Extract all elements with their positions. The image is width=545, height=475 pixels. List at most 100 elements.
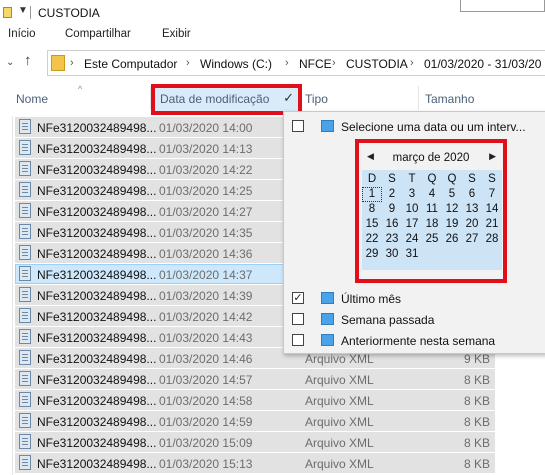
ribbon-tabs: Início Compartilhar Exibir [0,26,545,46]
xml-file-icon [19,266,31,281]
file-date: 01/03/2020 14:46 [159,352,253,366]
file-date: 01/03/2020 14:00 [159,121,253,135]
xml-file-icon [19,119,31,134]
file-date: 01/03/2020 14:39 [159,289,253,303]
date-range-icon [321,334,334,346]
file-name: NFe3120032489498... [37,457,157,471]
filter-option-label[interactable]: Semana passada [341,313,434,327]
column-header-tamanho[interactable]: Tamanho [425,92,474,106]
filter-option-checkbox[interactable] [292,334,304,346]
file-date: 01/03/2020 14:42 [159,310,253,324]
breadcrumb-nfce[interactable]: NFCE [299,57,332,71]
file-row[interactable]: NFe3120032489498... 01/03/2020 14:58 Arqui… [0,389,545,410]
file-name: NFe3120032489498... [37,247,157,261]
date-range-icon [321,120,334,132]
sort-ascending-icon: ^ [78,84,83,94]
highlight-box-date-header [151,84,302,115]
file-date: 01/03/2020 15:09 [159,436,253,450]
xml-file-icon [19,245,31,260]
file-date: 01/03/2020 14:27 [159,205,253,219]
xml-file-icon [19,455,31,470]
file-name: NFe3120032489498... [37,289,157,303]
tab-inicio[interactable]: Início [8,28,36,40]
window-title: CUSTODIA [38,6,100,20]
file-size: 8 KB [463,394,490,408]
quick-access-dropdown-icon[interactable]: ▼ [18,5,28,16]
file-row[interactable]: NFe3120032489498... 01/03/2020 15:09 Arqui… [0,431,545,452]
file-name: NFe3120032489498... [37,373,157,387]
tab-compartilhar[interactable]: Compartilhar [65,28,131,40]
xml-file-icon [19,182,31,197]
folder-icon [51,55,65,71]
folder-icon [3,7,12,18]
breadcrumb-windows-c[interactable]: Windows (C:) [200,57,272,71]
breadcrumb-custodia[interactable]: CUSTODIA [346,57,408,71]
column-divider[interactable] [418,86,419,110]
xml-file-icon [19,140,31,155]
file-name: NFe3120032489498... [37,184,157,198]
xml-file-icon [19,329,31,344]
xml-file-icon [19,161,31,176]
file-size: 8 KB [463,373,490,387]
tab-exibir[interactable]: Exibir [162,28,191,40]
xml-file-icon [19,224,31,239]
filter-option-checkbox[interactable] [292,313,304,325]
xml-file-icon [19,350,31,365]
breadcrumb-date-range[interactable]: 01/03/2020 - 31/03/20 [424,57,541,71]
file-type: Arquivo XML [305,415,374,429]
select-date-checkbox[interactable] [292,120,304,132]
file-name: NFe3120032489498... [37,121,157,135]
file-type: Arquivo XML [305,394,374,408]
address-bar: ⌄ ↑ › Este Computador › Windows (C:) › N… [0,48,545,78]
file-name: NFe3120032489498... [37,331,157,345]
column-header-tipo[interactable]: Tipo [305,92,328,106]
file-row[interactable]: NFe3120032489498... 01/03/2020 15:13 Arqui… [0,452,545,473]
xml-file-icon [19,434,31,449]
up-arrow-icon[interactable]: ↑ [24,52,32,69]
file-name: NFe3120032489498... [37,352,157,366]
file-name: NFe3120032489498... [37,394,157,408]
xml-file-icon [19,308,31,323]
file-date: 01/03/2020 15:13 [159,457,253,471]
date-range-icon [321,313,334,325]
file-date: 01/03/2020 14:13 [159,142,253,156]
xml-file-icon [19,371,31,386]
breadcrumb-este-computador[interactable]: Este Computador [84,57,177,71]
recent-locations-icon[interactable]: ⌄ [6,57,14,68]
file-name: NFe3120032489498... [37,268,157,282]
chevron-right-icon: › [186,57,190,69]
file-name: NFe3120032489498... [37,310,157,324]
xml-file-icon [19,287,31,302]
file-row[interactable]: NFe3120032489498... 01/03/2020 14:57 Arqui… [0,368,545,389]
window-controls[interactable] [460,0,545,12]
address-path-box[interactable]: › Este Computador › Windows (C:) › NFCE … [47,50,545,76]
file-date: 01/03/2020 14:22 [159,163,253,177]
select-date-label[interactable]: Selecione uma data ou um interv... [341,120,526,134]
file-type: Arquivo XML [305,436,374,450]
chevron-right-icon: › [285,57,289,69]
chevron-right-icon: › [410,57,414,69]
date-range-icon [321,292,334,304]
title-bar: ▼ CUSTODIA [0,0,545,26]
file-row[interactable]: NFe3120032489498... 01/03/2020 14:59 Arqui… [0,410,545,431]
file-name: NFe3120032489498... [37,205,157,219]
file-date: 01/03/2020 14:25 [159,184,253,198]
filter-option-checkbox[interactable]: ✓ [292,292,304,304]
file-name: NFe3120032489498... [37,226,157,240]
chevron-right-icon: › [70,57,74,69]
file-name: NFe3120032489498... [37,415,157,429]
file-type: Arquivo XML [305,373,374,387]
filter-option-label[interactable]: Anteriormente nesta semana [341,334,495,348]
chevron-right-icon: › [332,57,336,69]
xml-file-icon [19,392,31,407]
column-header-nome[interactable]: Nome [16,92,48,106]
file-date: 01/03/2020 14:58 [159,394,253,408]
xml-file-icon [19,413,31,428]
file-date: 01/03/2020 14:35 [159,226,253,240]
file-size: 8 KB [463,457,490,471]
file-name: NFe3120032489498... [37,142,157,156]
file-name: NFe3120032489498... [37,163,157,177]
filter-option-label[interactable]: Último mês [341,292,401,306]
separator [30,6,31,19]
file-size: 8 KB [463,436,490,450]
